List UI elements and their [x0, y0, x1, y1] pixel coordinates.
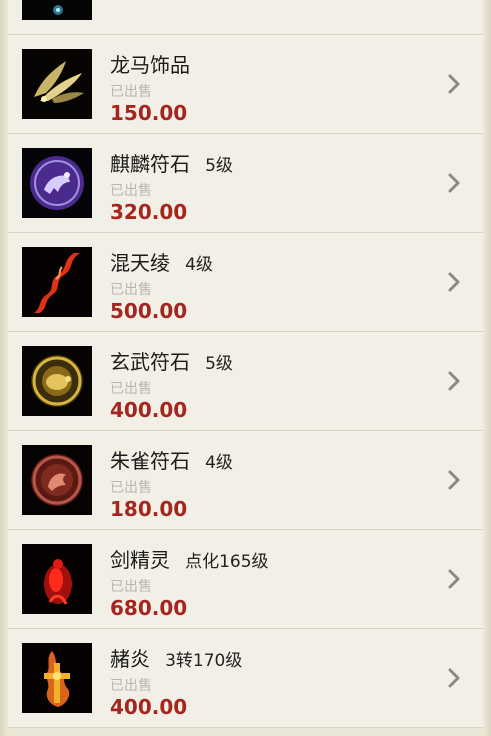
list-item[interactable]: 混天绫 4级 已出售 500.00: [8, 233, 483, 332]
list-item[interactable]: 剑精灵 点化165级 已出售 680.00: [8, 530, 483, 629]
item-name: 混天绫: [110, 251, 170, 275]
item-status: 已出售: [110, 381, 152, 397]
item-status: 已出售: [110, 480, 152, 496]
chevron-right-icon: [447, 73, 461, 95]
item-price: 150.00: [110, 101, 188, 125]
item-name: 剑精灵: [110, 548, 170, 572]
item-name: 赭炎: [110, 647, 150, 671]
chevron-right-icon: [447, 667, 461, 689]
qilin-rune-stone-icon: [22, 148, 92, 218]
list-item[interactable]: 赭炎 3转170级 已出售 400.00: [8, 629, 483, 728]
item-level: 4级: [205, 453, 233, 473]
blue-glow-item-icon: [22, 0, 92, 20]
item-status: 已出售: [110, 678, 152, 694]
list-item[interactable]: 麒麟符石 5级 已出售 320.00: [8, 134, 483, 233]
item-price: 500.00: [110, 299, 188, 323]
list-item[interactable]: 龙马饰品 已出售 150.00: [8, 35, 483, 134]
chevron-right-icon: [447, 271, 461, 293]
list-item[interactable]: [8, 0, 483, 35]
item-level: 5级: [205, 354, 233, 374]
item-price: 680.00: [110, 596, 188, 620]
item-price: 180.00: [110, 497, 188, 521]
golden-wings-icon: [22, 49, 92, 119]
list-item[interactable]: 玄武符石 5级 已出售 400.00: [8, 332, 483, 431]
item-name: 朱雀符石: [110, 449, 190, 473]
zhuque-rune-stone-icon: [22, 445, 92, 515]
red-sword-spirit-icon: [22, 544, 92, 614]
item-name: 玄武符石: [110, 350, 190, 374]
item-name: 龙马饰品: [110, 53, 190, 77]
left-border: [0, 0, 8, 736]
sold-items-list: 龙马饰品 已出售 150.00 麒麟符石 5级 已出售 320.00 混天绫 4…: [8, 0, 483, 728]
item-status: 已出售: [110, 84, 152, 100]
flame-relic-icon: [22, 643, 92, 713]
item-level: 5级: [205, 156, 233, 176]
chevron-right-icon: [447, 370, 461, 392]
item-price: 400.00: [110, 695, 188, 719]
red-silk-ribbon-icon: [22, 247, 92, 317]
item-level: 4级: [185, 255, 213, 275]
right-border: [483, 0, 491, 736]
list-item[interactable]: 朱雀符石 4级 已出售 180.00: [8, 431, 483, 530]
item-status: 已出售: [110, 183, 152, 199]
item-name: 麒麟符石: [110, 152, 190, 176]
xuanwu-rune-stone-icon: [22, 346, 92, 416]
item-price: 400.00: [110, 398, 188, 422]
item-status: 已出售: [110, 282, 152, 298]
chevron-right-icon: [447, 469, 461, 491]
item-level: 点化165级: [185, 552, 269, 572]
chevron-right-icon: [447, 568, 461, 590]
item-status: 已出售: [110, 579, 152, 595]
item-level: 3转170级: [165, 651, 243, 671]
item-price: 320.00: [110, 200, 188, 224]
chevron-right-icon: [447, 172, 461, 194]
